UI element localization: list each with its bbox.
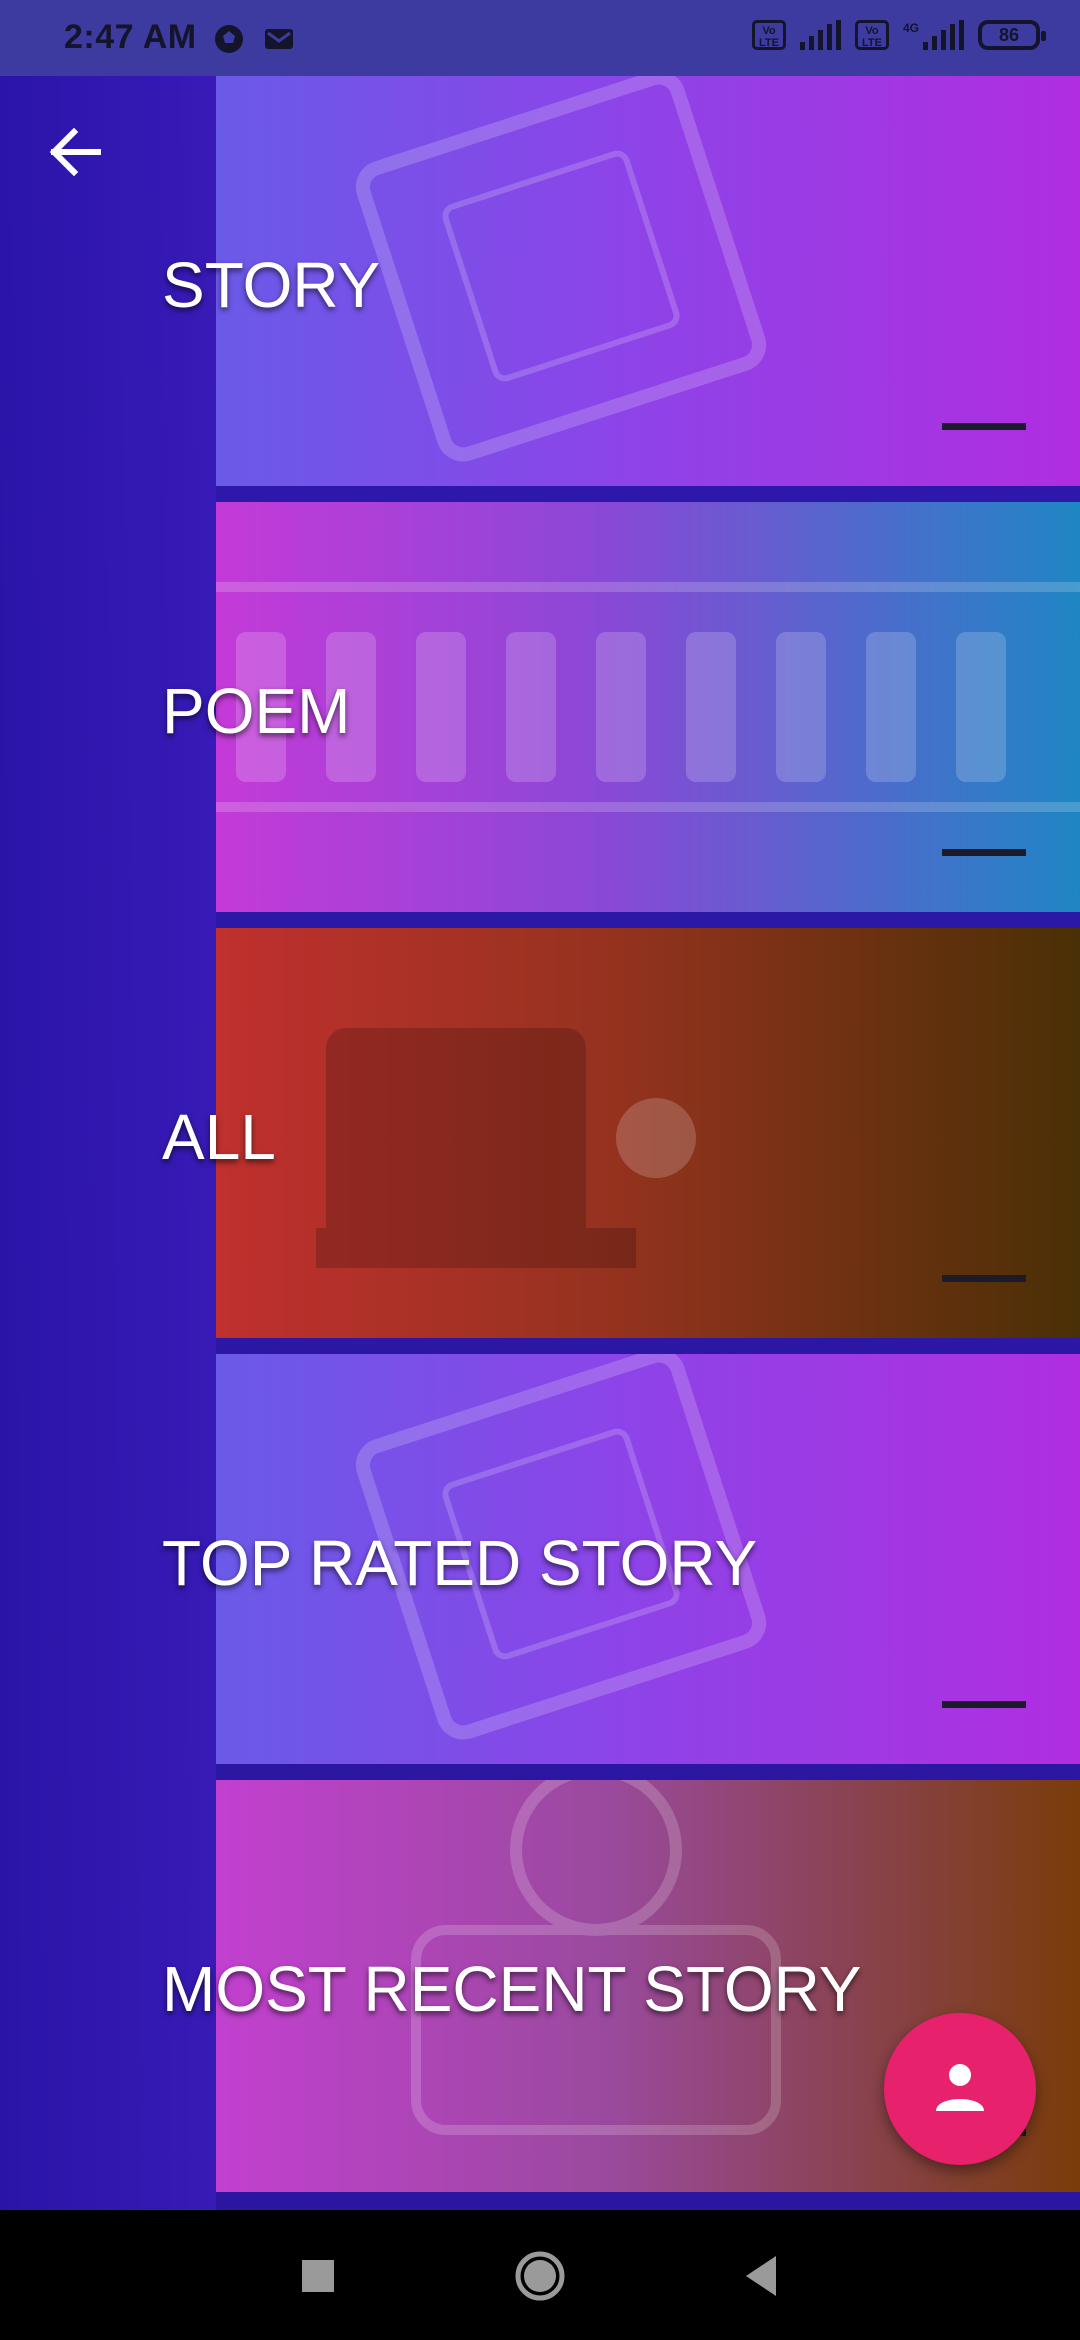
volte-icon: Vo LTE	[751, 20, 786, 50]
card-indicator	[942, 1275, 1026, 1282]
card-indicator	[942, 423, 1026, 430]
card-indicator	[942, 849, 1026, 856]
person-icon	[936, 2064, 984, 2111]
card-indicator	[942, 1701, 1026, 1708]
category-label-most-recent: MOST RECENT STORY	[162, 1953, 862, 2025]
football-icon	[215, 25, 243, 53]
signal-icon	[799, 20, 841, 50]
category-label-all: ALL	[162, 1101, 276, 1173]
network-tech: 4G	[902, 21, 919, 35]
status-bar: 2:47 AM Vo LTE Vo LTE 4G 86	[0, 0, 1080, 76]
triangle-back-icon[interactable]	[740, 2246, 784, 2306]
circle-icon[interactable]	[512, 2246, 568, 2306]
category-label-poem: POEM	[162, 675, 351, 747]
status-time: 2:47 AM	[64, 18, 197, 56]
category-card-all[interactable]	[216, 928, 1080, 1338]
system-nav-bar	[0, 2210, 1080, 2340]
battery-indicator: 86	[978, 20, 1046, 50]
volte-icon-2: Vo LTE	[854, 20, 889, 50]
gmail-icon	[265, 29, 293, 49]
arrow-left-icon[interactable]	[44, 120, 108, 184]
category-label-story: STORY	[162, 249, 381, 321]
category-label-top-rated: TOP RATED STORY	[162, 1527, 758, 1599]
profile-fab-button[interactable]	[884, 2013, 1036, 2165]
square-icon[interactable]	[298, 2246, 338, 2306]
signal-icon-2	[923, 20, 964, 50]
